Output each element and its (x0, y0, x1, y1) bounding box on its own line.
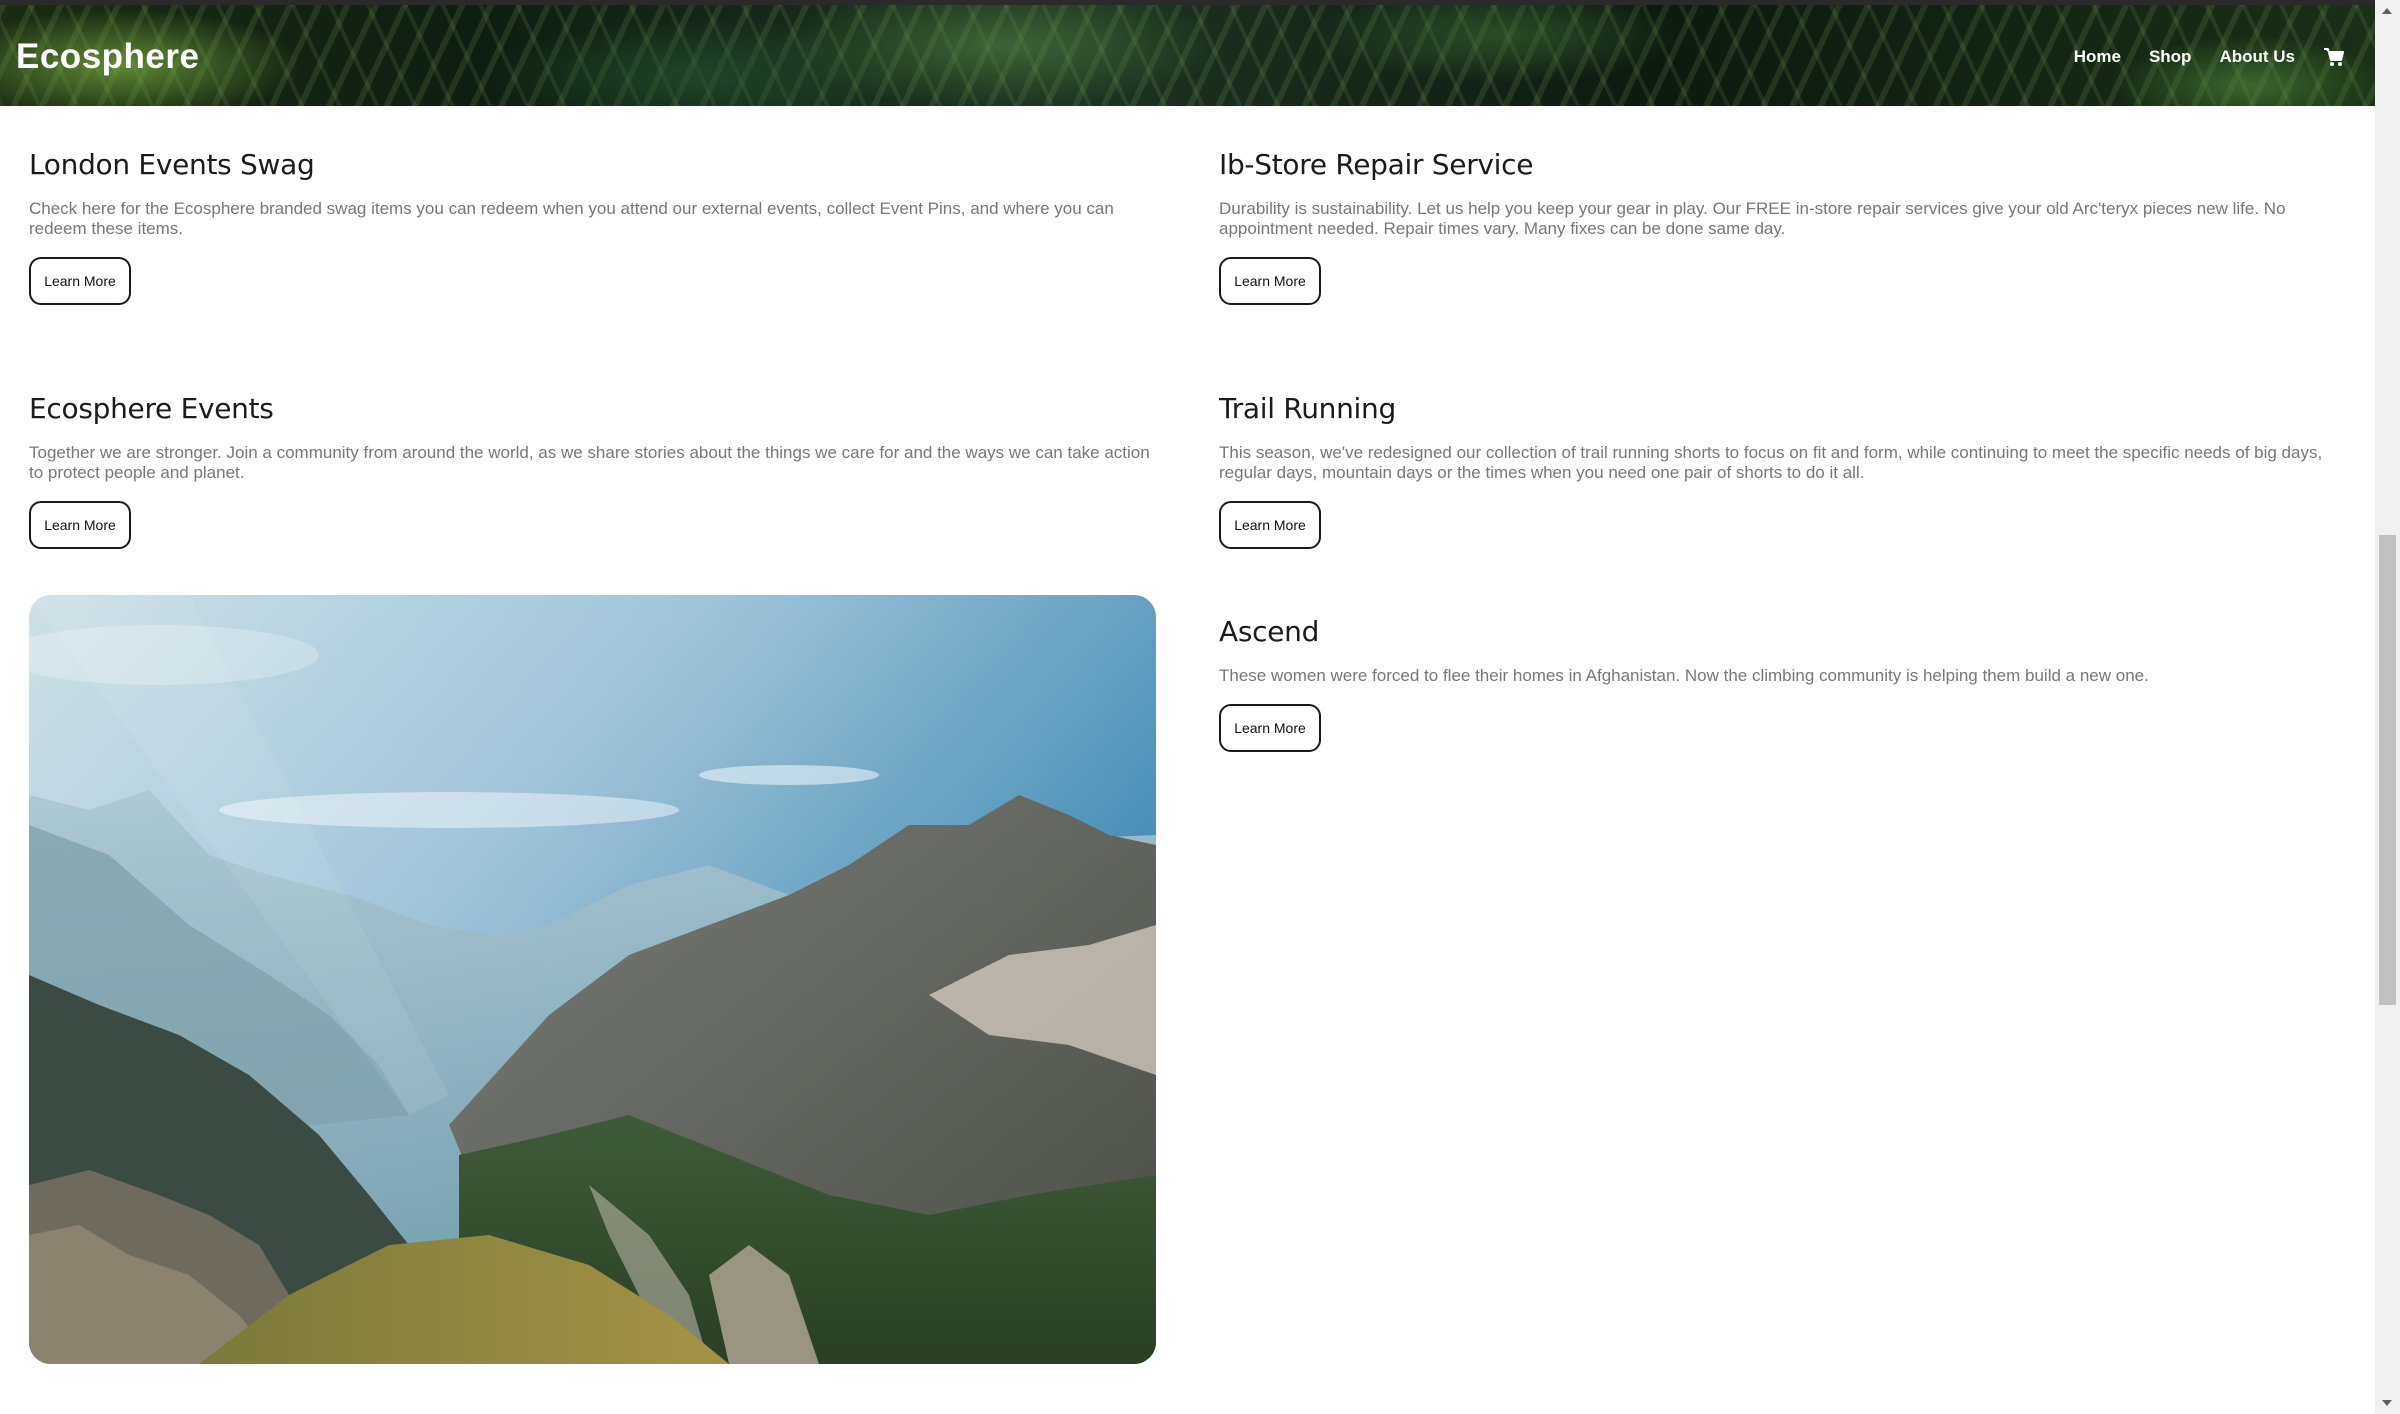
nav-about-us[interactable]: About Us (2219, 47, 2295, 67)
card-title: Ecosphere Events (29, 392, 274, 425)
site-header: Ecosphere Home Shop About Us (0, 0, 2375, 106)
card-description: Check here for the Ecosphere branded swa… (29, 199, 1114, 238)
card-title: Ascend (1219, 615, 1320, 648)
scroll-up-arrow-icon[interactable] (2382, 8, 2392, 14)
scroll-down-arrow-icon[interactable] (2382, 1400, 2392, 1406)
card-title: London Events Swag (29, 148, 315, 181)
card-ecosphere-events: Ecosphere Events Together we are stronge… (29, 392, 1159, 549)
learn-more-button[interactable]: Learn More (1219, 257, 1321, 305)
vertical-scrollbar[interactable] (2375, 0, 2400, 1414)
nav-shop[interactable]: Shop (2149, 47, 2192, 67)
brand-logo[interactable]: Ecosphere (16, 37, 199, 77)
card-trail-running: Trail Running This season, we've redesig… (1219, 392, 2349, 549)
card-repair-service: Ib-Store Repair Service Durability is su… (1219, 148, 2349, 305)
learn-more-button[interactable]: Learn More (29, 257, 131, 305)
scrollbar-thumb[interactable] (2379, 535, 2396, 1005)
main-nav: Home Shop About Us (2074, 47, 2345, 67)
learn-more-button[interactable]: Learn More (1219, 704, 1321, 752)
nav-home[interactable]: Home (2074, 47, 2121, 67)
learn-more-button[interactable]: Learn More (29, 501, 131, 549)
mountain-landscape-image (29, 595, 1156, 1364)
card-description: Durability is sustainability. Let us hel… (1219, 199, 2286, 238)
cart-icon[interactable] (2323, 47, 2345, 67)
learn-more-button[interactable]: Learn More (1219, 501, 1321, 549)
card-title: Ib-Store Repair Service (1219, 148, 1534, 181)
card-title: Trail Running (1219, 392, 1396, 425)
card-london-events-swag: London Events Swag Check here for the Ec… (29, 148, 1159, 305)
card-description: These women were forced to flee their ho… (1219, 666, 2149, 685)
card-description: Together we are stronger. Join a communi… (29, 443, 1150, 482)
card-ascend: Ascend These women were forced to flee t… (1219, 615, 2349, 752)
card-description: This season, we've redesigned our collec… (1219, 443, 2323, 482)
